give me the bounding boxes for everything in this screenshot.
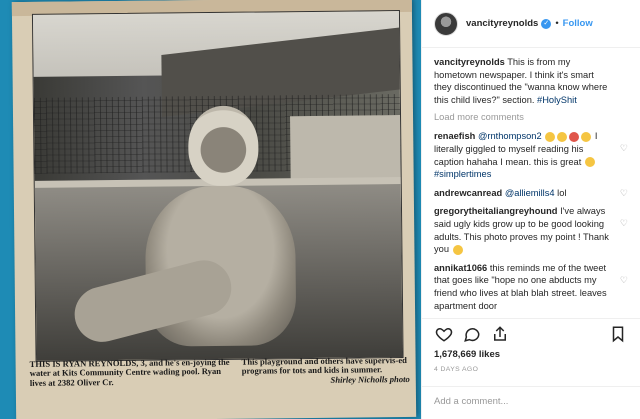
comment-text: lol	[557, 187, 567, 198]
monkey-emoji-icon	[569, 131, 580, 142]
comment-item: gregorytheitaliangreyhound I've always s…	[434, 205, 628, 255]
comment-mention[interactable]: @alliemills4	[505, 188, 555, 198]
comment-item: renaefish @rnthompson2 I literally giggl…	[434, 130, 628, 180]
comment-mention[interactable]: @rnthompson2	[478, 131, 542, 141]
add-comment-input[interactable]	[434, 396, 628, 407]
post-side-panel: vancityreynolds ✓ • Follow vancityreynol…	[421, 0, 640, 419]
share-upload-icon[interactable]	[488, 322, 512, 346]
comment-username[interactable]: gregorytheitaliangreyhound	[434, 206, 557, 216]
grinning-emoji-icon	[452, 244, 463, 255]
caption-left: THIS IS RYAN REYNOLDS, 3, and he's en-jo…	[29, 356, 230, 388]
post-caption: vancityreynolds This is from my hometown…	[434, 56, 628, 106]
comment-username[interactable]: andrewcanread	[434, 188, 502, 198]
comment-hashtag[interactable]: #simplertimes	[434, 169, 491, 179]
grinning-emoji-icon	[545, 131, 556, 142]
post-actions-bar	[422, 318, 640, 348]
header-username[interactable]: vancityreynolds	[466, 18, 538, 29]
newspaper-photo	[31, 10, 404, 362]
add-comment-box	[422, 386, 640, 419]
caption-hashtag[interactable]: #HolyShit	[537, 95, 577, 105]
photo-credit: Shirley Nicholls photo	[330, 373, 410, 385]
comments-list[interactable]: vancityreynolds This is from my hometown…	[422, 56, 640, 318]
smile-emoji-icon	[584, 157, 595, 168]
comment-item: andrewcanread @alliemills4 lol ♡	[434, 187, 628, 200]
comment-item: annikat1066 this reminds me of the tweet…	[434, 262, 628, 312]
like-heart-icon[interactable]	[432, 322, 456, 346]
caption-right-text: This playground and others have supervis…	[241, 354, 407, 377]
separator-dot: •	[555, 18, 559, 29]
caption-right: This playground and others have supervis…	[241, 354, 410, 386]
load-more-comments-button[interactable]: Load more comments	[434, 112, 628, 122]
comment-username[interactable]: renaefish	[434, 131, 475, 141]
winking-emoji-icon	[581, 131, 592, 142]
bookmark-icon[interactable]	[606, 322, 630, 346]
verified-badge-icon: ✓	[541, 18, 552, 29]
newspaper-clipping: THIS IS RYAN REYNOLDS, 3, and he's en-jo…	[11, 0, 417, 419]
post-timestamp[interactable]: 4 DAYS AGO	[434, 366, 478, 373]
photo-child-head	[187, 105, 259, 187]
caption-username[interactable]: vancityreynolds	[434, 57, 505, 67]
post-header: vancityreynolds ✓ • Follow	[422, 0, 640, 48]
comment-like-heart-icon[interactable]: ♡	[620, 142, 628, 155]
crying-laughing-emoji-icon	[557, 131, 568, 142]
comment-like-heart-icon[interactable]: ♡	[620, 274, 628, 287]
comment-username[interactable]: annikat1066	[434, 263, 487, 273]
comment-bubble-icon[interactable]	[460, 322, 484, 346]
follow-button[interactable]: Follow	[563, 18, 593, 29]
likes-count[interactable]: 1,678,669 likes	[434, 349, 500, 360]
comment-like-heart-icon[interactable]: ♡	[620, 187, 628, 200]
newspaper-caption: THIS IS RYAN REYNOLDS, 3, and he's en-jo…	[29, 354, 410, 388]
avatar[interactable]	[434, 11, 458, 36]
comment-like-heart-icon[interactable]: ♡	[620, 217, 628, 230]
post-photo[interactable]: THIS IS RYAN REYNOLDS, 3, and he's en-jo…	[0, 0, 421, 419]
